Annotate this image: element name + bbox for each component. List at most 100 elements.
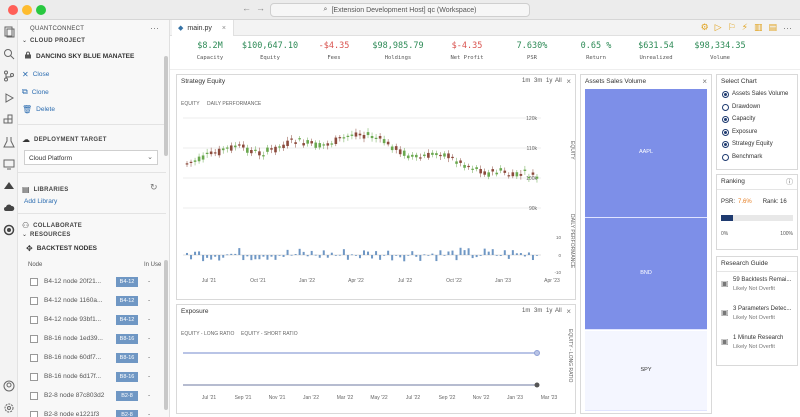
timeframe-3m-button[interactable]: 3m — [534, 308, 542, 314]
back-arrow-icon[interactable]: ← — [242, 3, 251, 13]
quantconnect-sidebar: QUANTCONNECT ··· ⌄ CLOUD PROJECT DANCING… — [18, 20, 170, 417]
chart-option-label[interactable]: Capacity — [732, 116, 755, 122]
candle-body — [511, 172, 515, 177]
chart-option-radio[interactable] — [722, 91, 729, 98]
close-panel-icon[interactable]: × — [566, 307, 571, 316]
results-chart-icon[interactable]: ▤ — [768, 22, 777, 33]
timeframe-1y-button[interactable]: 1y — [546, 308, 552, 314]
asset-segment-bnd[interactable]: BND — [585, 217, 707, 331]
daily-performance-bar — [535, 255, 538, 256]
add-library-link[interactable]: Add Library — [24, 198, 57, 205]
info-icon[interactable]: ⓘ — [786, 177, 793, 187]
chart-option-label[interactable]: Drawdown — [732, 104, 760, 110]
timeframe-1m-button[interactable]: 1m — [522, 308, 530, 314]
backtest-node-row[interactable]: B4-12 node 93bf1... B4-12 - — [18, 312, 166, 329]
backtest-node-row[interactable]: B8-16 node 6d17f... B8-16 - — [18, 369, 166, 386]
close-panel-icon[interactable]: × — [566, 77, 571, 86]
account-icon[interactable] — [3, 380, 15, 392]
clone-project-action[interactable]: ⧉ Clone — [22, 87, 49, 97]
settings-gear-icon[interactable] — [3, 402, 15, 414]
chart-option-radio[interactable] — [722, 128, 729, 136]
remote-explorer-icon[interactable] — [3, 158, 15, 170]
exposure-chart[interactable]: EQUITY - LONG RATIO EQUITY - SHORT RATIO E… — [177, 319, 575, 413]
node-checkbox[interactable] — [30, 335, 38, 343]
cloud-icon[interactable] — [3, 202, 15, 214]
forward-arrow-icon[interactable]: → — [256, 3, 265, 13]
close-tab-icon[interactable]: × — [222, 25, 226, 32]
chart-option-radio[interactable] — [722, 141, 729, 148]
timeframe-all-button[interactable]: All — [555, 308, 562, 314]
node-checkbox[interactable] — [30, 354, 38, 362]
timeframe-1y-button[interactable]: 1y — [546, 78, 552, 84]
command-center[interactable]: ⌕ [Extension Development Host] qc (Works… — [270, 3, 530, 17]
close-window-button[interactable] — [8, 5, 18, 15]
refresh-icon[interactable]: ↻ — [150, 182, 158, 193]
more-actions-icon[interactable]: ··· — [150, 23, 159, 33]
resources-section-header[interactable]: ⌄ RESOURCES — [22, 231, 71, 239]
deployment-target-select[interactable]: Cloud Platform ⌄ — [24, 150, 158, 165]
daily-performance-bar — [479, 255, 482, 256]
build-gear-icon[interactable]: ⚙ — [701, 22, 709, 33]
maximize-window-button[interactable] — [36, 5, 46, 15]
cloud-project-section-header[interactable]: ⌄ CLOUD PROJECT — [22, 37, 85, 45]
candle-body — [350, 134, 354, 136]
node-checkbox[interactable] — [30, 316, 38, 324]
minimize-window-button[interactable] — [22, 5, 32, 15]
asset-segment-spy[interactable]: SPY — [585, 330, 707, 411]
more-actions-icon[interactable]: ··· — [783, 23, 792, 33]
testing-icon[interactable] — [3, 136, 15, 148]
daily-performance-bar — [226, 254, 229, 256]
close-panel-icon[interactable]: × — [702, 77, 707, 86]
libraries-header[interactable]: ▤ LIBRARIES — [22, 185, 69, 194]
candle-body — [310, 141, 314, 144]
source-control-icon[interactable] — [3, 70, 15, 82]
node-checkbox[interactable] — [30, 392, 38, 400]
backtest-node-row[interactable]: B2-8 node 87c803d2 B2-8 - — [18, 388, 166, 405]
delete-project-action[interactable]: 🗑 Delete — [22, 105, 55, 114]
debug-icon[interactable]: ⚐ — [728, 22, 736, 33]
chart-option-label[interactable]: Strategy Equity — [732, 141, 773, 147]
backtest-play-icon[interactable]: ▷ — [715, 22, 722, 33]
node-checkbox[interactable] — [30, 373, 38, 381]
candle-body — [358, 133, 362, 136]
research-item[interactable]: ▣ 1 Minute Research Likely Not Overfit — [719, 335, 795, 359]
close-project-action[interactable]: ✕ Close — [22, 70, 49, 79]
timeframe-all-button[interactable]: All — [555, 78, 562, 84]
lean-icon[interactable] — [3, 224, 15, 236]
node-checkbox[interactable] — [30, 411, 38, 417]
resources-scrollbar[interactable] — [164, 260, 168, 410]
quantconnect-icon[interactable] — [3, 180, 15, 192]
extensions-icon[interactable] — [3, 114, 15, 126]
collaborate-header[interactable]: ⚇ COLLABORATE — [22, 221, 82, 230]
chart-option-label[interactable]: Exposure — [732, 129, 757, 135]
candle-body — [451, 156, 454, 159]
assets-volume-chart[interactable]: AAPL BND SPY — [585, 89, 707, 411]
chart-option-radio[interactable] — [722, 116, 729, 123]
research-item[interactable]: ▣ 3 Parameters Detec... Likely Not Overfit — [719, 306, 795, 330]
optimize-bolt-icon[interactable]: ⚡ — [742, 22, 748, 33]
backtest-node-row[interactable]: B8-16 node 60df7... B8-16 - — [18, 350, 166, 367]
candle-body — [475, 167, 478, 170]
backtest-node-row[interactable]: B4-12 node 1160a... B4-12 - — [18, 293, 166, 310]
run-debug-icon[interactable] — [3, 92, 15, 104]
backtest-node-row[interactable]: B2-8 node e1221f3 B2-8 - — [18, 407, 166, 417]
chart-option-radio[interactable] — [722, 153, 729, 161]
asset-segment-aapl[interactable]: AAPL — [585, 89, 707, 218]
strategy-equity-chart[interactable]: EQUITY DAILY PERFORMANCE120k110k100k90kEQ… — [177, 89, 575, 299]
node-checkbox[interactable] — [30, 297, 38, 305]
backtest-node-row[interactable]: B4-12 node 20f21... B4-12 - — [18, 274, 166, 291]
deploy-chart-icon[interactable]: ▥ — [754, 22, 763, 33]
timeframe-1m-button[interactable]: 1m — [522, 78, 530, 84]
timeframe-3m-button[interactable]: 3m — [534, 78, 542, 84]
tab-main-py[interactable]: ◆ main.py × — [172, 20, 234, 36]
chart-option-radio[interactable] — [722, 103, 729, 111]
sidebar-scrollbar[interactable] — [164, 56, 168, 156]
search-icon[interactable] — [3, 48, 15, 60]
chart-option-label[interactable]: Assets Sales Volume — [732, 91, 788, 97]
explorer-icon[interactable] — [3, 26, 15, 38]
research-item[interactable]: ▣ 59 Backtests Remai... Likely Not Overfit — [719, 277, 795, 301]
candle-body — [205, 152, 209, 154]
backtest-node-row[interactable]: B8-16 node 1ed39... B8-16 - — [18, 331, 166, 348]
node-checkbox[interactable] — [30, 278, 38, 286]
chart-option-label[interactable]: Benchmark — [732, 154, 762, 160]
